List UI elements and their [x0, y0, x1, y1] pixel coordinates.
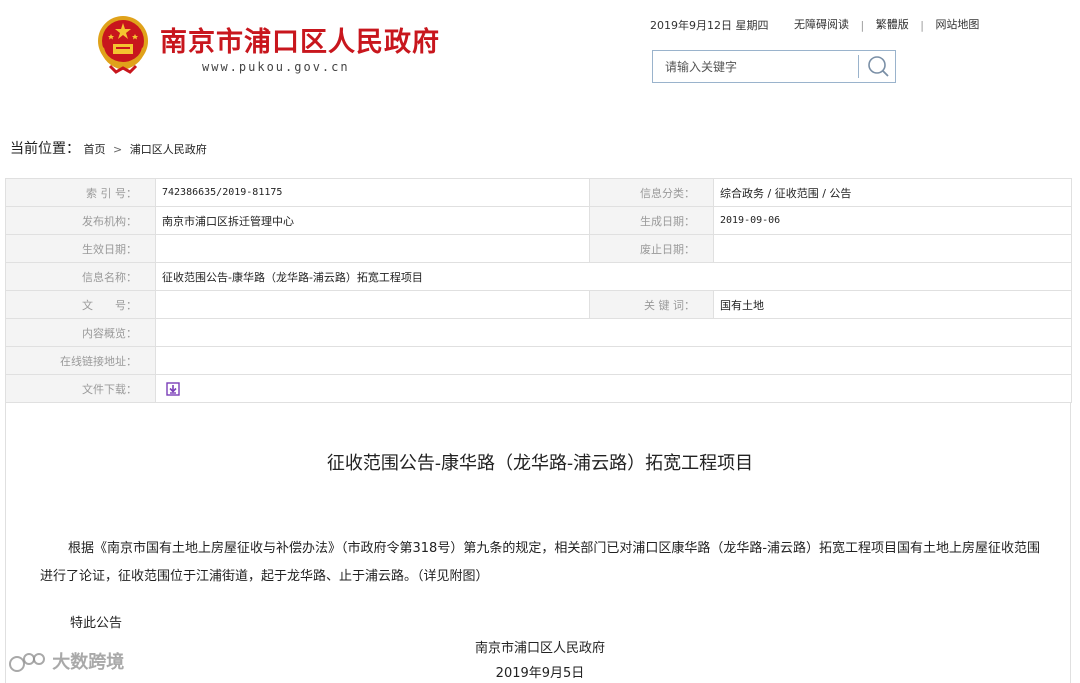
article-body: 根据《南京市国有土地上房屋征收与补偿办法》（市政府令第318号）第九条的规定，相…: [40, 541, 1041, 584]
article-closing: 特此公告: [70, 616, 123, 631]
table-row: 文件下载：: [5, 374, 1072, 403]
watermark-logo-icon: [9, 653, 45, 672]
divider: |: [920, 18, 924, 32]
effective-date-value: [155, 234, 590, 263]
watermark-text: 大数跨境: [52, 652, 125, 673]
info-name-value: 征收范围公告-康华路（龙华路-浦云路）拓宽工程项目: [155, 262, 1072, 291]
table-row: 内容概览：: [5, 318, 1072, 347]
created-date-value: 2019-09-06: [713, 206, 1072, 235]
publisher-label: 发布机构：: [5, 206, 156, 235]
table-row: 文 号： 关 键 词： 国有土地: [5, 290, 1072, 319]
breadcrumb-label: 当前位置：: [10, 141, 80, 157]
expiry-date-label: 废止日期：: [589, 234, 714, 263]
search-box: [652, 50, 896, 83]
summary-value: [155, 318, 1072, 347]
summary-label: 内容概览：: [5, 318, 156, 347]
doc-number-label: 文 号：: [5, 290, 156, 319]
divider: |: [860, 18, 865, 32]
download-icon[interactable]: [166, 381, 180, 396]
article-title: 征收范围公告-康华路（龙华路-浦云路）拓宽工程项目: [326, 453, 754, 474]
breadcrumb-current[interactable]: 浦口区人民政府: [130, 143, 207, 156]
created-date-label: 生成日期：: [589, 206, 714, 235]
file-download-label: 文件下载：: [5, 374, 156, 403]
table-row: 索 引 号： 742386635/2019-81175 信息分类： 综合政务 /…: [5, 178, 1072, 207]
chevron-right-icon: >: [113, 143, 123, 156]
search-divider: [858, 55, 859, 78]
info-table: 索 引 号： 742386635/2019-81175 信息分类： 综合政务 /…: [5, 178, 1072, 403]
search-input[interactable]: [653, 51, 858, 82]
category-label: 信息分类：: [589, 178, 714, 207]
accessible-reading-link[interactable]: 无障碍阅读: [794, 18, 849, 31]
watermark: 大数跨境: [8, 648, 124, 678]
publisher-value: 南京市浦口区拆迁管理中心: [155, 206, 590, 235]
category-value: 综合政务 / 征收范围 / 公告: [713, 178, 1072, 207]
signature-date: 2019年9月5日: [495, 666, 585, 681]
table-row: 发布机构： 南京市浦口区拆迁管理中心 生成日期： 2019-09-06: [5, 206, 1072, 235]
table-row: 生效日期： 废止日期：: [5, 234, 1072, 263]
expiry-date-value: [713, 234, 1072, 263]
top-bar: 2019年9月12日 星期四 无障碍阅读 | 繁體版 | 网站地图: [650, 16, 979, 33]
traditional-chinese-link[interactable]: 繁體版: [876, 18, 909, 31]
online-link-label: 在线链接地址：: [5, 346, 156, 375]
search-icon: [868, 56, 889, 77]
current-date: 2019年9月12日 星期四: [650, 19, 769, 32]
breadcrumb: 当前位置： 首页 > 浦口区人民政府: [10, 138, 207, 158]
file-download-cell: [155, 374, 1072, 403]
breadcrumb-home[interactable]: 首页: [84, 143, 106, 156]
index-label: 索 引 号：: [5, 178, 156, 207]
effective-date-label: 生效日期：: [5, 234, 156, 263]
keywords-label: 关 键 词：: [589, 290, 714, 319]
index-value: 742386635/2019-81175: [155, 178, 590, 207]
online-link-value[interactable]: [155, 346, 1072, 375]
sitemap-link[interactable]: 网站地图: [935, 18, 979, 31]
table-row: 在线链接地址：: [5, 346, 1072, 375]
national-emblem-icon: [96, 14, 150, 74]
info-name-label: 信息名称：: [5, 262, 156, 291]
site-url: www.pukou.gov.cn: [202, 60, 350, 74]
site-title[interactable]: 南京市浦口区人民政府: [160, 20, 440, 59]
signature-organization: 南京市浦口区人民政府: [474, 641, 605, 656]
doc-number-value: [155, 290, 590, 319]
table-row: 信息名称： 征收范围公告-康华路（龙华路-浦云路）拓宽工程项目: [5, 262, 1072, 291]
search-button[interactable]: [863, 53, 893, 81]
keywords-value: 国有土地: [713, 290, 1072, 319]
